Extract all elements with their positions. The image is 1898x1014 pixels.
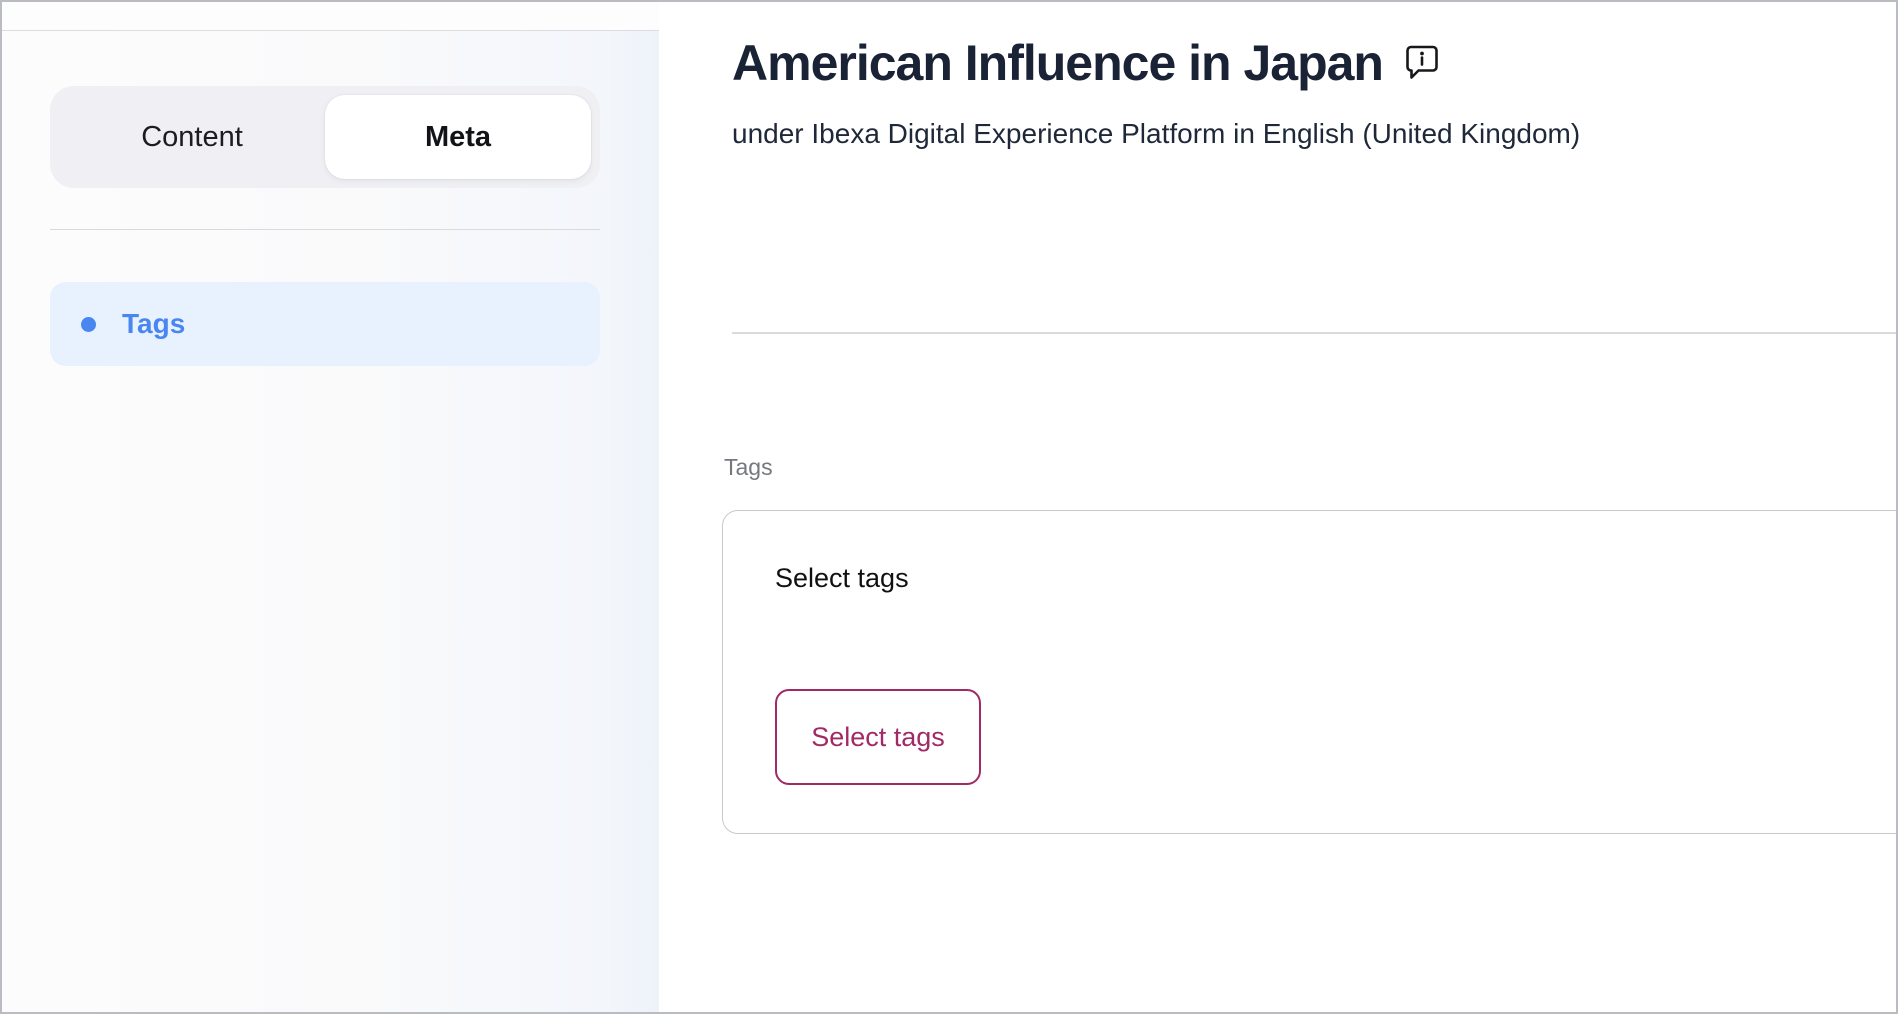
sidebar-item-label: Tags	[122, 308, 185, 340]
info-tooltip-icon[interactable]	[1405, 44, 1439, 82]
active-dot-icon	[81, 317, 96, 332]
tags-field-box: Select tags Select tags	[722, 510, 1898, 834]
tags-field-label: Tags	[724, 454, 773, 481]
meta-sidebar: Content Meta Tags	[2, 2, 659, 1012]
tab-content[interactable]: Content	[59, 95, 325, 179]
page-title: American Influence in Japan	[732, 34, 1383, 92]
tab-meta[interactable]: Meta	[325, 95, 591, 179]
select-tags-label: Select tags	[775, 563, 909, 594]
select-tags-button[interactable]: Select tags	[775, 689, 981, 785]
page-header: American Influence in Japan	[732, 34, 1439, 92]
content-edit-screen: Content Meta Tags American Influence in …	[0, 0, 1898, 1014]
main-content: American Influence in Japan under Ibexa …	[659, 2, 1896, 1012]
main-divider	[732, 332, 1896, 334]
content-meta-tab-switcher: Content Meta	[50, 86, 600, 188]
sidebar-top-strip	[2, 2, 659, 31]
sidebar-item-tags[interactable]: Tags	[50, 282, 600, 366]
sidebar-divider	[50, 229, 600, 230]
page-subtitle: under Ibexa Digital Experience Platform …	[732, 114, 1580, 154]
